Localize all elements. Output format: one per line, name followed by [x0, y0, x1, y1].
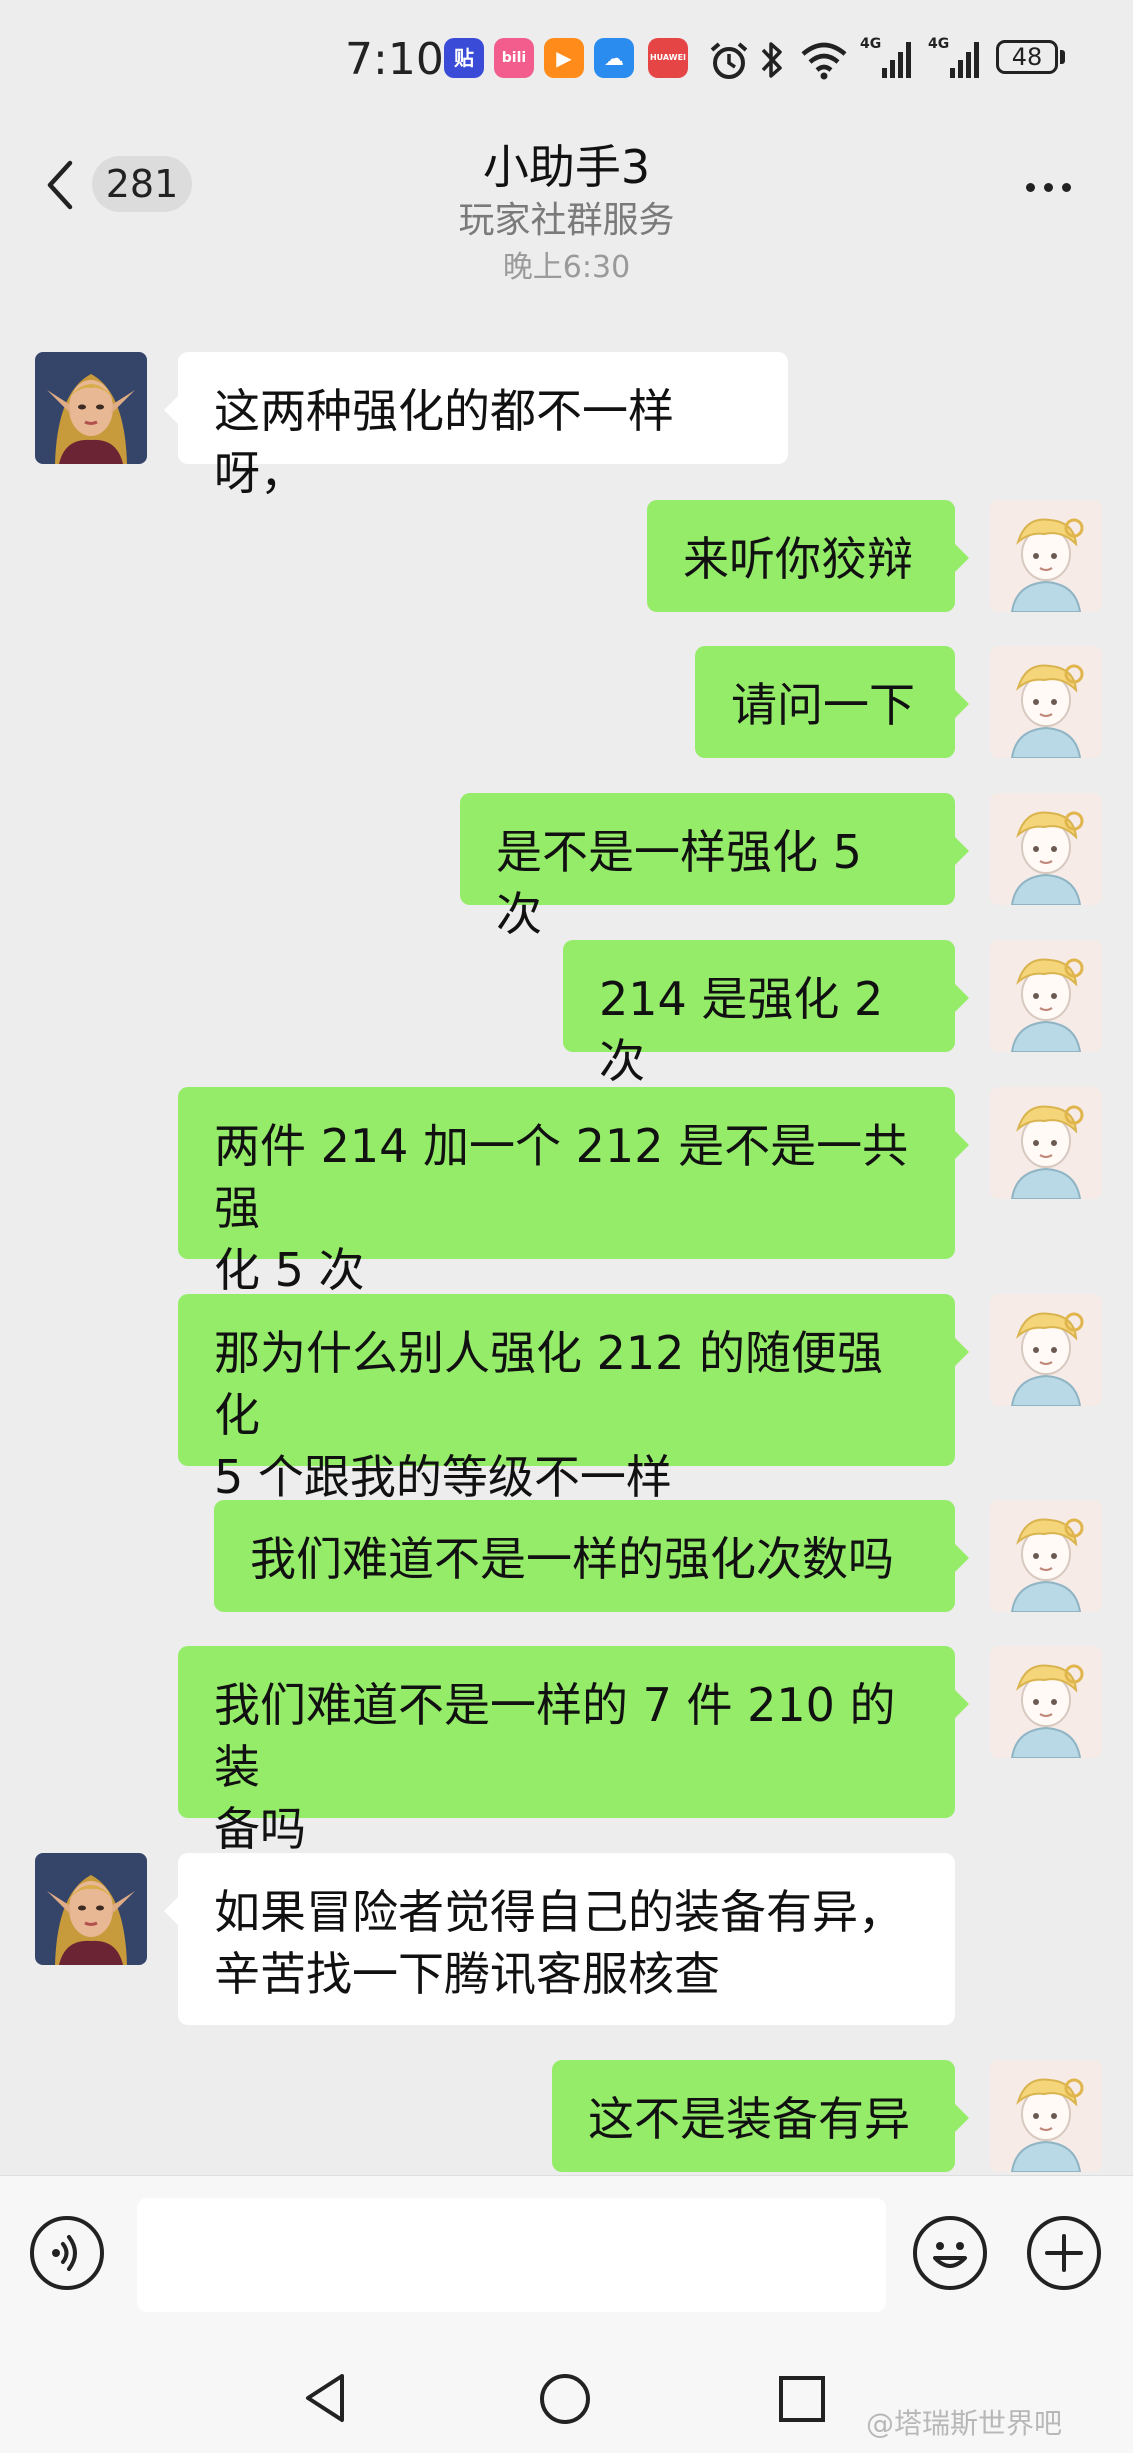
message-text: 这两种强化的都不一样呀，: [214, 384, 674, 500]
chat-title: 小助手3: [482, 140, 651, 194]
message-text: 214 是强化 2 次: [599, 972, 898, 1088]
contact-avatar[interactable]: [35, 352, 147, 464]
status-bar: 7:10 贴 bili ▶ ☁ HUAWEI 4G 4G 48: [0, 0, 1133, 125]
message-input[interactable]: [137, 2198, 886, 2312]
cartoon-boy-image: [990, 940, 1102, 1052]
outgoing-message-bubble[interactable]: 我们难道不是一样的 7 件 210 的装 备吗: [178, 1646, 969, 1856]
outgoing-message-bubble[interactable]: 来听你狡辩: [647, 500, 969, 612]
voice-input-button[interactable]: [30, 2216, 104, 2290]
message-list[interactable]: 晚上6:30 这两种强化的都不一样呀， 来听你狡辩 请问一下 是不是一样强化 5…: [0, 250, 1133, 2175]
my-avatar[interactable]: [990, 500, 1102, 612]
nav-back-icon[interactable]: [302, 2372, 350, 2424]
outgoing-message-bubble[interactable]: 这不是装备有异: [552, 2060, 969, 2172]
battery-icon: 48: [996, 40, 1058, 74]
chat-subtitle: 玩家社群服务: [458, 200, 675, 241]
cellular-signal-icon: 4G: [928, 36, 980, 78]
my-avatar[interactable]: [990, 1294, 1102, 1406]
message-timestamp: 晚上6:30: [502, 250, 631, 285]
outgoing-message-bubble[interactable]: 请问一下: [695, 646, 969, 758]
bilibili-app-icon: bili: [494, 38, 534, 78]
alarm-icon: [710, 42, 748, 79]
weather-app-icon: ☁: [594, 38, 634, 78]
elf-portrait-image: [35, 1853, 147, 1965]
cartoon-boy-image: [990, 2060, 1102, 2172]
message-text: 我们难道不是一样的强化次数吗: [250, 1532, 894, 1586]
cartoon-boy-image: [990, 793, 1102, 905]
message-text: 两件 214 加一个 212 是不是一共强 化 5 次: [214, 1119, 909, 1297]
nav-recents-icon[interactable]: [778, 2375, 826, 2423]
my-avatar[interactable]: [990, 793, 1102, 905]
message-text: 如果冒险者觉得自己的装备有异， 辛苦找一下腾讯客服核查: [214, 1885, 904, 2001]
cartoon-boy-image: [990, 500, 1102, 612]
tieba-app-icon: 贴: [444, 38, 484, 78]
message-text: 是不是一样强化 5 次: [496, 825, 877, 941]
network-type-label: 4G: [928, 36, 950, 52]
my-avatar[interactable]: [990, 2060, 1102, 2172]
system-navigation-bar: @塔瑞斯世界吧: [0, 2320, 1133, 2453]
message-text: 这不是装备有异: [588, 2092, 910, 2146]
my-avatar[interactable]: [990, 1500, 1102, 1612]
battery-tip: [1060, 50, 1065, 64]
chat-header: 281 小助手3 玩家社群服务: [0, 125, 1133, 250]
outgoing-message-bubble[interactable]: 那为什么别人强化 212 的随便强化 5 个跟我的等级不一样: [178, 1294, 969, 1504]
message-text: 我们难道不是一样的 7 件 210 的装 备吗: [214, 1678, 896, 1856]
my-avatar[interactable]: [990, 1646, 1102, 1758]
watermark-text: @塔瑞斯世界吧: [866, 2407, 1063, 2440]
smiley-icon: [933, 2242, 967, 2268]
cellular-signal-icon: 4G: [860, 36, 912, 78]
message-text: 那为什么别人强化 212 的随便强化 5 个跟我的等级不一样: [214, 1326, 884, 1504]
cartoon-boy-image: [990, 1087, 1102, 1199]
network-type-label: 4G: [860, 36, 882, 52]
cartoon-boy-image: [990, 1294, 1102, 1406]
cartoon-boy-image: [990, 1500, 1102, 1612]
incoming-message-bubble[interactable]: 这两种强化的都不一样呀，: [164, 352, 788, 500]
elf-portrait-image: [35, 352, 147, 464]
more-options-button[interactable]: [1020, 177, 1080, 197]
outgoing-message-bubble[interactable]: 两件 214 加一个 212 是不是一共强 化 5 次: [178, 1087, 969, 1297]
message-text: 请问一下: [731, 678, 915, 732]
outgoing-message-bubble[interactable]: 214 是强化 2 次: [563, 940, 969, 1088]
video-app-icon: ▶: [544, 38, 584, 78]
incoming-message-bubble[interactable]: 如果冒险者觉得自己的装备有异， 辛苦找一下腾讯客服核查: [164, 1853, 955, 2025]
message-text: 来听你狡辩: [683, 532, 913, 586]
my-avatar[interactable]: [990, 1087, 1102, 1199]
voice-icon: [52, 2235, 77, 2271]
wifi-icon: [801, 42, 847, 80]
plus-icon: [1045, 2234, 1083, 2272]
nav-home-icon[interactable]: [538, 2372, 592, 2426]
my-avatar[interactable]: [990, 940, 1102, 1052]
more-functions-button[interactable]: [1027, 2216, 1101, 2290]
cartoon-boy-image: [990, 646, 1102, 758]
my-avatar[interactable]: [990, 646, 1102, 758]
status-time: 7:10: [345, 34, 444, 85]
input-bar: [0, 2175, 1133, 2321]
huawei-app-icon: HUAWEI: [648, 38, 688, 78]
outgoing-message-bubble[interactable]: 我们难道不是一样的强化次数吗: [214, 1500, 969, 1612]
cartoon-boy-image: [990, 1646, 1102, 1758]
bluetooth-icon: [761, 42, 782, 78]
contact-avatar[interactable]: [35, 1853, 147, 1965]
emoji-button[interactable]: [913, 2216, 987, 2290]
outgoing-message-bubble[interactable]: 是不是一样强化 5 次: [460, 793, 969, 941]
